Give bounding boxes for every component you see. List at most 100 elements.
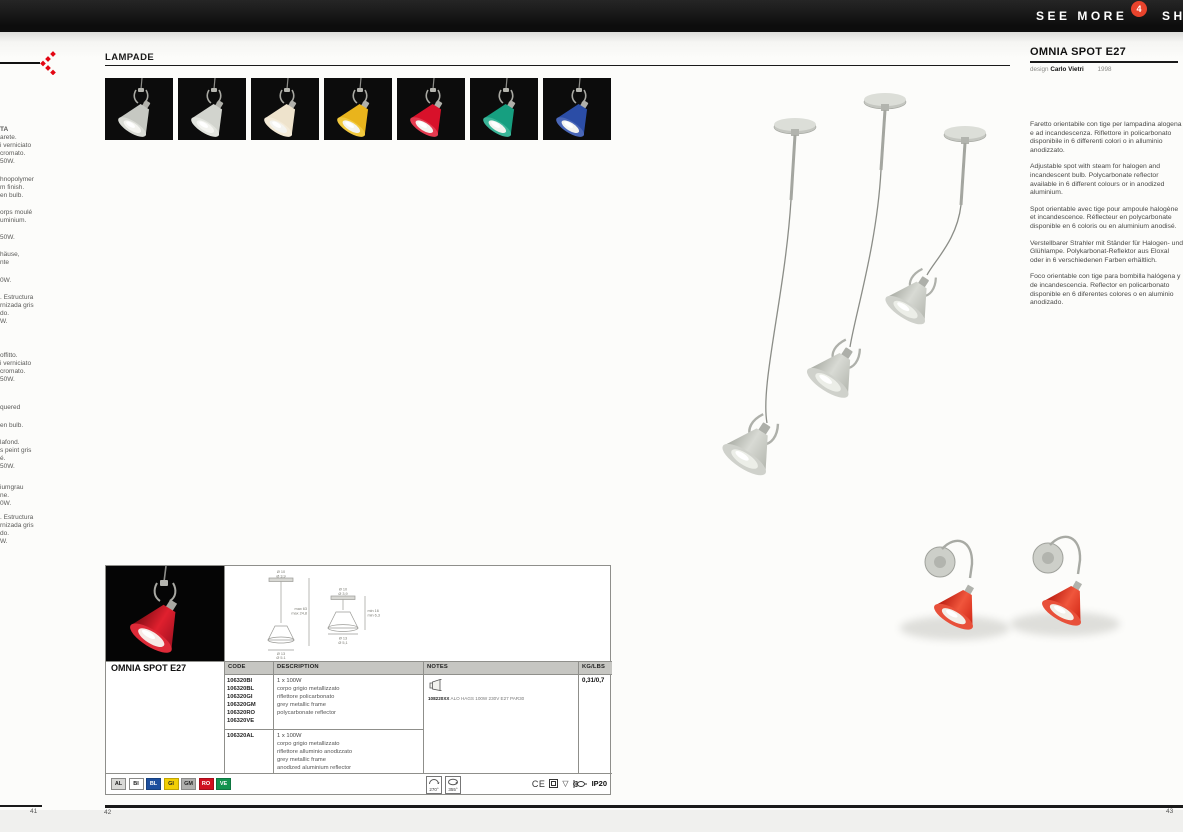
finish-swatch[interactable]: VE bbox=[216, 778, 231, 790]
text-fragment: cromato. bbox=[0, 150, 46, 158]
finish-swatch[interactable]: AL bbox=[111, 778, 126, 790]
col-header-notes: NOTES bbox=[427, 664, 448, 670]
see-more-button[interactable]: SEE MORE bbox=[1036, 9, 1127, 23]
text-fragment: é. bbox=[0, 455, 46, 463]
text-fragment: . Estructura bbox=[0, 294, 46, 302]
finish-swatch[interactable]: BI bbox=[129, 778, 144, 790]
product-descriptions: Faretto orientabile con tige per lampadi… bbox=[1030, 121, 1183, 316]
text-fragment: orps moulé bbox=[0, 209, 46, 217]
text-fragment: ne. bbox=[0, 492, 46, 500]
notes-text: 108220XX ALO HAGS 100W 230V E27 PAR30 bbox=[428, 696, 578, 701]
variant-thumbnail[interactable] bbox=[543, 78, 611, 140]
text-fragment: cromato. bbox=[0, 368, 46, 376]
description-line: grey metallic frame bbox=[277, 701, 340, 709]
catalog-viewer: SEE MORE 4 SH LAMPADE OMNIA SPOT E27 des… bbox=[0, 0, 1183, 832]
share-button[interactable]: SH bbox=[1162, 9, 1183, 23]
text-fragment: do. bbox=[0, 530, 46, 538]
description-line: corpo grigio metallizzato bbox=[277, 740, 352, 748]
description-paragraph: Faretto orientabile con tige per lampadi… bbox=[1030, 121, 1183, 155]
spec-product-photo bbox=[106, 566, 224, 661]
page-number-43: 43 bbox=[1166, 808, 1173, 815]
product-code: 106320RO bbox=[227, 709, 256, 717]
text-fragment: en bulb. bbox=[0, 192, 46, 200]
finish-swatch[interactable]: RO bbox=[199, 778, 214, 790]
triangle-mark: ▽ bbox=[562, 779, 568, 788]
weight-value: 0,31/0,7 bbox=[582, 677, 604, 684]
ce-mark: CE bbox=[532, 779, 546, 789]
description-paragraph: Foco orientable con tige para bombilla h… bbox=[1030, 273, 1183, 307]
text-fragment: uminium. bbox=[0, 217, 46, 225]
spec-product-name: OMNIA SPOT E27 bbox=[111, 663, 186, 673]
section-underline bbox=[105, 65, 1010, 66]
variant-thumbnail[interactable] bbox=[397, 78, 465, 140]
variant-thumbnail[interactable] bbox=[251, 78, 319, 140]
col-header-description: DESCRIPTION bbox=[277, 664, 319, 670]
text-fragment: häuse, bbox=[0, 251, 46, 259]
finish-swatch[interactable]: GM bbox=[181, 778, 196, 790]
finish-swatch[interactable]: BL bbox=[146, 778, 161, 790]
page-margin bbox=[0, 810, 1183, 832]
variant-thumbnail[interactable] bbox=[470, 78, 538, 140]
footer-rule-main bbox=[105, 805, 1183, 808]
text-fragment: i verniciato bbox=[0, 142, 46, 150]
text-fragment: rnizada gris bbox=[0, 302, 46, 310]
text-fragment: W. bbox=[0, 318, 46, 326]
svg-text:min 6,3: min 6,3 bbox=[368, 614, 380, 618]
col-header-code: CODE bbox=[228, 664, 246, 670]
colour-variant-thumbnails bbox=[105, 78, 611, 140]
previous-page-text-fragments: TA arete. i verniciato cromato. 50W. hno… bbox=[0, 126, 46, 546]
rotation-270-icon: 270° bbox=[426, 776, 442, 794]
description-line: anodized aluminium reflector bbox=[277, 764, 352, 772]
rotation-icons: 270° 355° bbox=[426, 776, 461, 794]
page-number-42: 42 bbox=[104, 809, 111, 816]
variant-thumbnail[interactable] bbox=[105, 78, 173, 140]
finish-swatch[interactable]: GI bbox=[164, 778, 179, 790]
text-fragment: 50W. bbox=[0, 158, 46, 166]
spot-lamp-image bbox=[251, 78, 319, 140]
main-product-image bbox=[655, 75, 1035, 545]
description-line: grey metallic frame bbox=[277, 756, 352, 764]
code-list: 106320BI106320BL106320GI106320GM106320RO… bbox=[227, 677, 256, 725]
divider bbox=[0, 62, 40, 64]
variant-thumbnail[interactable] bbox=[324, 78, 392, 140]
description-cell: 1 x 100Wcorpo grigio metallizzatoriflett… bbox=[277, 732, 352, 772]
svg-text:max 63: max 63 bbox=[295, 607, 307, 611]
text-fragment: en bulb. bbox=[0, 422, 46, 430]
description-paragraph: Spot orientable avec tige pour ampoule h… bbox=[1030, 206, 1183, 232]
spot-lamp-image bbox=[324, 78, 392, 140]
spot-lamp-image bbox=[178, 78, 246, 140]
col-header-weight: KG/LBS bbox=[582, 664, 605, 670]
svg-text:Ø 5,1: Ø 5,1 bbox=[338, 641, 347, 645]
svg-text:Ø 3,9: Ø 3,9 bbox=[338, 592, 347, 596]
svg-text:max 24,8: max 24,8 bbox=[291, 612, 307, 616]
description-line: 1 x 100W bbox=[277, 677, 340, 685]
description-cell: 1 x 100Wcorpo grigio metallizzatoriflett… bbox=[277, 677, 340, 717]
svg-text:Ø 5,1: Ø 5,1 bbox=[276, 656, 285, 659]
text-fragment: nte bbox=[0, 259, 46, 267]
svg-text:min 16: min 16 bbox=[368, 609, 379, 613]
page-number-41: 41 bbox=[30, 808, 37, 815]
designer-name: Carlo Vietri bbox=[1050, 66, 1083, 73]
description-line: 1 x 100W bbox=[277, 732, 352, 740]
section-title: LAMPADE bbox=[105, 52, 154, 63]
svg-text:270°: 270° bbox=[429, 787, 439, 792]
text-fragment: 0W. bbox=[0, 277, 46, 285]
notification-badge[interactable]: 4 bbox=[1131, 1, 1147, 17]
pendant-lamp bbox=[803, 93, 906, 403]
ip-rating: IP20 bbox=[592, 779, 607, 788]
red-chevron-back-icon[interactable] bbox=[40, 51, 58, 75]
text-fragment: 50W. bbox=[0, 463, 46, 471]
variant-thumbnail[interactable] bbox=[178, 78, 246, 140]
product-title-rule bbox=[1030, 61, 1178, 63]
product-code: 106320BI bbox=[227, 677, 256, 685]
product-code: 106320GM bbox=[227, 701, 256, 709]
text-fragment: 50W. bbox=[0, 234, 46, 242]
text-fragment: offitto. bbox=[0, 352, 46, 360]
spot-lamp-image bbox=[397, 78, 465, 140]
product-code: 106320BL bbox=[227, 685, 256, 693]
text-fragment: i verniciato bbox=[0, 360, 46, 368]
product-code: 106320GI bbox=[227, 693, 256, 701]
design-year: 1998 bbox=[1098, 66, 1112, 73]
wall-spot-image bbox=[870, 520, 1150, 660]
spec-table: Ø 10 Ø 3,9 max 63 max 24,8 Ø 13 Ø 5,1 Ø … bbox=[105, 565, 611, 795]
